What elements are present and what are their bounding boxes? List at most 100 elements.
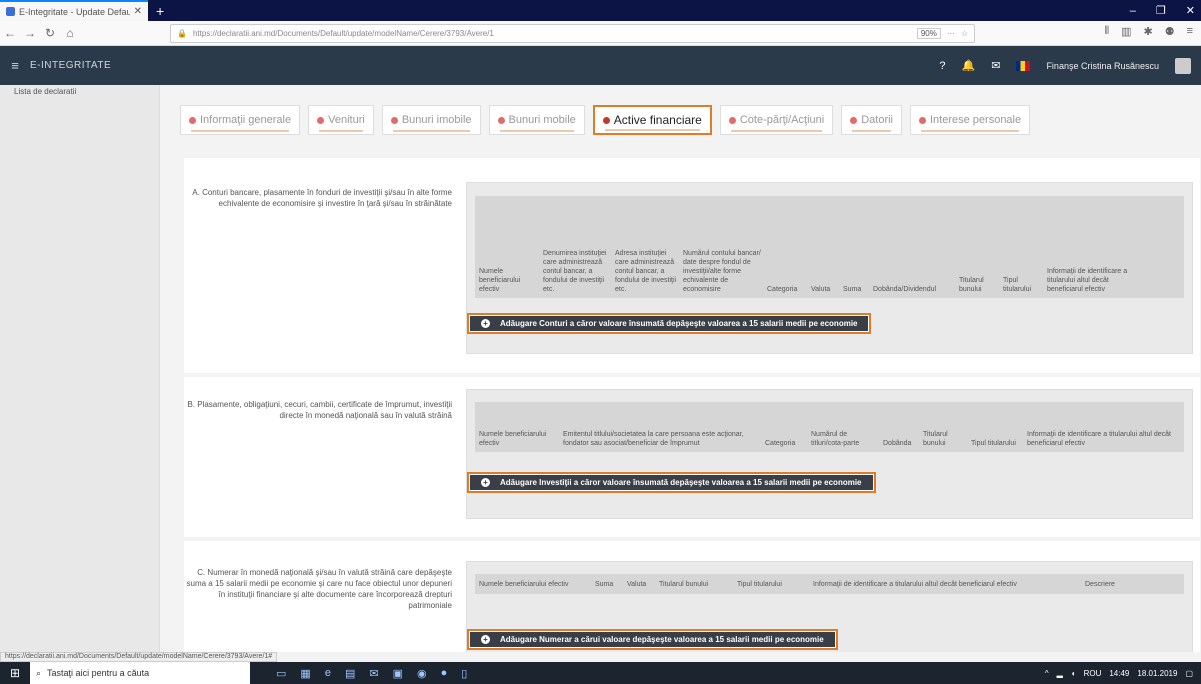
search-icon: ⌕ xyxy=(36,667,42,678)
firefox-icon[interactable]: ● xyxy=(441,667,448,680)
column-header: Informaţii de identificare a titularului… xyxy=(1027,431,1171,447)
tab-bunuri-mobile[interactable]: Bunuri mobile xyxy=(488,105,585,135)
app-icon[interactable]: ▦ xyxy=(300,667,310,680)
back-icon[interactable]: ← xyxy=(0,26,20,40)
section-c-card: C. Numerar în monedă naţională şi/sau în… xyxy=(184,541,1200,652)
system-tray: ^ ▂ ◖ ROU 14:49 18.01.2019 ▢ xyxy=(1045,662,1193,684)
library-icon[interactable]: ⫴ xyxy=(1104,25,1109,38)
language-indicator[interactable]: ROU xyxy=(1084,669,1102,678)
tab-label: Interese personale xyxy=(930,114,1022,126)
restore-icon[interactable]: ❐ xyxy=(1156,4,1166,17)
tab-underline xyxy=(319,130,363,132)
tab-underline xyxy=(499,130,574,132)
file-explorer-icon[interactable]: ▤ xyxy=(345,667,355,680)
section-b-table-header: Numele beneficiarului efectiv Emitentul … xyxy=(475,402,1184,452)
section-a-card: A. Conturi bancare, plasamente în fondur… xyxy=(184,158,1200,373)
close-tab-icon[interactable]: ✕ xyxy=(134,6,142,17)
sidebar-toggle-icon[interactable]: ▥ xyxy=(1121,25,1131,38)
extension-icon[interactable]: ✱ xyxy=(1143,25,1152,38)
edge-icon[interactable]: e xyxy=(325,667,331,680)
add-conturi-button[interactable]: + Adăugare Conturi a căror valoare însum… xyxy=(467,313,872,334)
document-icon[interactable]: ▯ xyxy=(461,667,467,680)
section-c-table: Numele beneficiarului efectiv Suma Valut… xyxy=(466,561,1193,652)
column-header: Categoria xyxy=(765,440,796,447)
notification-bell-icon[interactable]: 🔔 xyxy=(962,59,976,72)
column-header: Denumirea instituţiei care administrează… xyxy=(543,250,607,293)
tab-cote-parti[interactable]: Cote-părţi/Acţiuni xyxy=(719,105,834,135)
tab-underline xyxy=(191,130,290,132)
windows-start-icon[interactable]: ⊞ xyxy=(0,666,30,680)
tab-status-icon xyxy=(850,116,858,124)
store-icon[interactable]: ▣ xyxy=(393,667,403,680)
column-header: Numele beneficiarului efectiv xyxy=(479,431,547,447)
menu-icon[interactable]: ≡ xyxy=(1187,25,1193,38)
wizard-tabs: Informaţii generale Venituri Bunuri imob… xyxy=(180,105,1180,135)
tab-interese-personale[interactable]: Interese personale xyxy=(910,105,1031,135)
tab-label: Datorii xyxy=(861,114,893,126)
bookmark-star-icon[interactable]: ☆ xyxy=(961,29,968,38)
tray-chevron-icon[interactable]: ^ xyxy=(1045,669,1049,678)
plus-icon: + xyxy=(481,319,490,328)
section-a-label: A. Conturi bancare, plasamente în fondur… xyxy=(192,188,452,208)
volume-icon[interactable]: ◖ xyxy=(1071,669,1076,678)
tab-active-financiare[interactable]: Active financiare xyxy=(592,105,712,135)
taskbar-search-box[interactable]: ⌕ Tastaţi aici pentru a căuta xyxy=(30,662,250,684)
column-header: Tipul titularului xyxy=(971,440,1016,447)
column-header: Dobânda xyxy=(883,440,912,447)
section-b-table: Numele beneficiarului efectiv Emitentul … xyxy=(466,389,1193,519)
address-bar[interactable]: 🔒 https://declaratii.ani.md/Documents/De… xyxy=(170,24,975,43)
user-name[interactable]: Finanşe Cristina Rusănescu xyxy=(1046,61,1159,71)
clock-date[interactable]: 18.01.2019 xyxy=(1137,669,1177,678)
tab-status-icon xyxy=(390,116,398,124)
lock-icon: 🔒 xyxy=(177,29,187,38)
reload-icon[interactable]: ↻ xyxy=(40,26,60,40)
network-icon[interactable]: ▂ xyxy=(1057,669,1063,678)
tab-venituri[interactable]: Venituri xyxy=(308,105,374,135)
clock-time[interactable]: 14:49 xyxy=(1109,669,1129,678)
tab-underline xyxy=(730,130,823,132)
language-flag-icon[interactable] xyxy=(1016,60,1031,71)
browser-nav-bar: ← → ↻ ⌂ 🔒 https://declaratii.ani.md/Docu… xyxy=(0,21,1201,46)
tab-status-icon xyxy=(317,116,325,124)
column-header: Numărul de titluri/cota-parte xyxy=(811,431,860,447)
add-investitii-label: Adăugare Investiţii a căror valoare însu… xyxy=(500,478,862,487)
browser-tab[interactable]: E-Integritate - Update Default ✕ xyxy=(0,0,148,21)
minimize-icon[interactable]: – xyxy=(1130,5,1136,17)
status-link-hint: https://declaratii.ani.md/Documents/Defa… xyxy=(0,652,278,662)
tab-datorii[interactable]: Datorii xyxy=(841,105,902,135)
app-brand: E-INTEGRITATE xyxy=(30,60,112,71)
tab-status-icon xyxy=(189,116,196,124)
hamburger-menu-icon[interactable]: ≡ xyxy=(0,58,30,73)
tab-informatii-generale[interactable]: Informaţii generale xyxy=(180,105,301,135)
add-numerar-button[interactable]: + Adăugare Numerar a cărui valoare depăş… xyxy=(467,629,838,650)
chrome-icon[interactable]: ◉ xyxy=(417,667,427,680)
column-header: Informaţii de identificare a titularului… xyxy=(1047,268,1128,293)
column-header: Titularul bunului xyxy=(659,580,709,588)
tab-label: Venituri xyxy=(328,114,365,126)
new-tab-icon[interactable]: + xyxy=(156,3,164,19)
tab-status-icon xyxy=(919,116,926,124)
messages-icon[interactable]: ✉ xyxy=(991,59,1000,72)
tab-label: Active financiare xyxy=(613,113,702,127)
zoom-level[interactable]: 90% xyxy=(916,28,941,39)
add-investitii-button[interactable]: + Adăugare Investiţii a căror valoare în… xyxy=(467,472,876,493)
column-header: Categoria xyxy=(767,286,798,293)
forward-icon[interactable]: → xyxy=(20,26,40,40)
more-icon[interactable]: ··· xyxy=(947,29,955,38)
avatar[interactable] xyxy=(1175,57,1191,74)
section-c-label: C. Numerar în monedă naţională şi/sau în… xyxy=(186,568,452,610)
section-c-table-header: Numele beneficiarului efectiv Suma Valut… xyxy=(475,574,1184,594)
help-icon[interactable]: ? xyxy=(939,60,945,72)
close-window-icon[interactable]: ✕ xyxy=(1186,4,1195,17)
account-icon[interactable]: ⚉ xyxy=(1165,25,1175,38)
section-a-table-header: Numele beneficiarului efectiv Denumirea … xyxy=(475,196,1184,298)
column-header: Descriere xyxy=(1085,580,1115,588)
notifications-icon[interactable]: ▢ xyxy=(1185,669,1193,678)
tab-label: Bunuri mobile xyxy=(508,114,576,126)
tab-bunuri-imobile[interactable]: Bunuri imobile xyxy=(381,105,481,135)
home-icon[interactable]: ⌂ xyxy=(60,26,80,40)
mail-icon[interactable]: ✉ xyxy=(369,667,378,680)
tab-label: Bunuri imobile xyxy=(401,114,472,126)
task-view-icon[interactable]: ▭ xyxy=(276,667,286,680)
sidebar-item-declarations[interactable]: Lista de declaratii xyxy=(0,85,159,98)
